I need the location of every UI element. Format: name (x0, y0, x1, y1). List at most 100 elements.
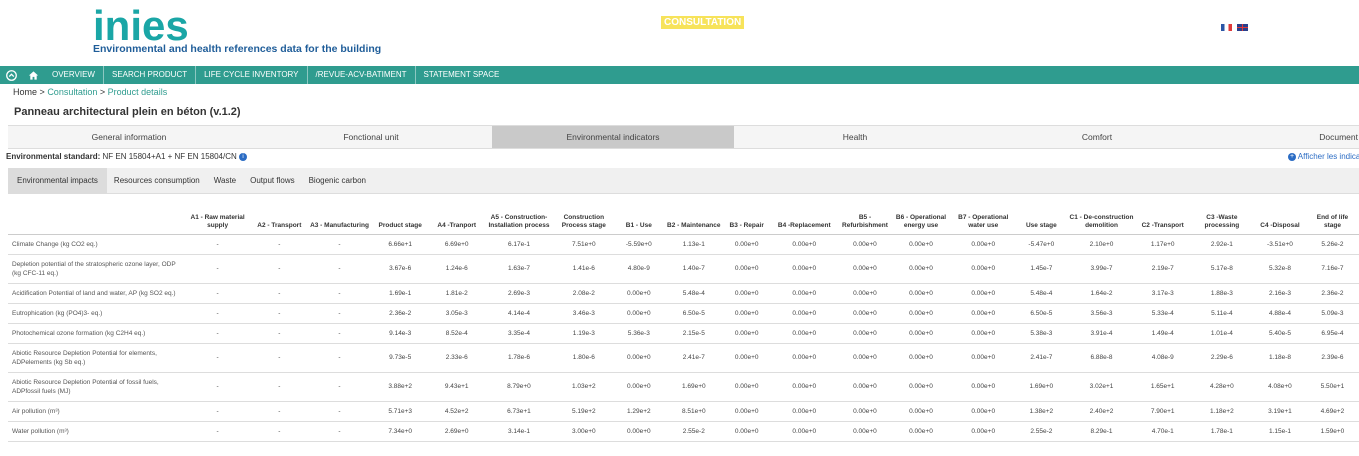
nav-toggle-icon[interactable] (0, 66, 22, 84)
table-cell: 5.32e-8 (1254, 254, 1306, 284)
table-cell: 0.00e+0 (890, 421, 952, 442)
row-label: Photochemical ozone formation (kg C2H4 e… (8, 323, 185, 344)
table-cell: - (250, 283, 308, 304)
subtab-environmental-impacts[interactable]: Environmental impacts (8, 167, 107, 194)
column-header: C4 -Disposal (1254, 196, 1306, 235)
table-cell: 0.00e+0 (839, 303, 891, 324)
subtab-waste[interactable]: Waste (207, 168, 243, 194)
table-cell: 3.02e+1 (1067, 372, 1136, 402)
breadcrumb-consultation[interactable]: Consultation (47, 87, 97, 97)
subtab-biogenic-carbon[interactable]: Biogenic carbon (302, 168, 373, 194)
tab-comfort[interactable]: Comfort (976, 126, 1218, 148)
table-cell: - (250, 303, 308, 324)
table-cell: 1.03e+2 (553, 372, 614, 402)
table-cell: 5.19e+2 (553, 401, 614, 422)
breadcrumb-separator: > (99, 87, 106, 97)
page-title: Panneau architectural plein en béton (v.… (14, 106, 241, 118)
table-cell: 0.00e+0 (769, 323, 840, 344)
table-cell: 0.00e+0 (723, 234, 770, 255)
table-cell: 1.24e-6 (429, 254, 485, 284)
table-cell: 8.52e-4 (429, 323, 485, 344)
nav-statement-space[interactable]: STATEMENT SPACE (416, 66, 508, 84)
table-cell: 6.50e-5 (1015, 303, 1068, 324)
nav-overview[interactable]: OVERVIEW (44, 66, 104, 84)
table-cell: 4.80e-9 (613, 254, 664, 284)
table-cell: 5.48e-4 (663, 283, 724, 304)
info-icon[interactable]: i (239, 152, 248, 161)
table-cell: 8.51e+0 (663, 401, 724, 422)
environmental-standard: Environmental standard: NF EN 15804+A1 +… (6, 152, 248, 161)
table-cell: 3.99e-7 (1067, 254, 1136, 284)
table-cell: 2.33e-6 (429, 343, 485, 373)
inies-logo[interactable]: inies (93, 5, 189, 47)
nav-revue-acv-batiment[interactable]: /REVUE-ACV-BATIMENT (308, 66, 416, 84)
table-cell: - (184, 401, 251, 422)
table-cell: - (307, 283, 372, 304)
table-cell: 0.00e+0 (890, 283, 952, 304)
table-cell: 0.00e+0 (613, 303, 664, 324)
table-cell: 0.00e+0 (769, 254, 840, 284)
table-header-row: A1 - Raw material supply A2 - Transport A3… (8, 196, 1359, 235)
table-cell: - (250, 421, 308, 442)
tab-environmental-indicators[interactable]: Environmental indicators (492, 126, 734, 148)
table-cell: 3.05e-3 (429, 303, 485, 324)
table-cell: 6.73e+1 (484, 401, 554, 422)
table-cell: 1.13e-1 (663, 234, 724, 255)
table-row: Photochemical ozone formation (kg C2H4 e… (8, 323, 1359, 344)
table-cell: 0.00e+0 (723, 254, 770, 284)
column-header: B4 -Replacement (769, 196, 840, 235)
table-row: Water pollution (m³) - - -7.34e+0 2.69e+0 3.1… (8, 421, 1359, 442)
table-cell: -5.59e+0 (613, 234, 664, 255)
table-cell: 0.00e+0 (613, 283, 664, 304)
table-cell: 1.18e+2 (1189, 401, 1255, 422)
table-cell: - (250, 343, 308, 373)
table-cell: 3.88e+2 (371, 372, 430, 402)
table-cell: - (184, 234, 251, 255)
table-cell: 1.01e-4 (1189, 323, 1255, 344)
table-cell: 1.78e-6 (484, 343, 554, 373)
table-cell: 2.69e-3 (484, 283, 554, 304)
table-cell: 7.34e+0 (371, 421, 430, 442)
table-cell: 3.56e-3 (1067, 303, 1136, 324)
nav-life-cycle-inventory[interactable]: LIFE CYCLE INVENTORY (196, 66, 308, 84)
table-cell: - (307, 421, 372, 442)
table-cell: - (184, 421, 251, 442)
table-cell: 4.52e+2 (429, 401, 485, 422)
table-cell: 1.45e-7 (1015, 254, 1068, 284)
tab-health[interactable]: Health (734, 126, 976, 148)
header: inies Environmental and health reference… (0, 0, 1359, 66)
tab-document[interactable]: Document (1218, 126, 1358, 148)
table-cell: 0.00e+0 (723, 372, 770, 402)
table-cell: 7.16e-7 (1305, 254, 1359, 284)
table-cell: 0.00e+0 (839, 421, 891, 442)
table-cell: 6.17e-1 (484, 234, 554, 255)
table-cell: 1.29e+2 (613, 401, 664, 422)
table-cell: 4.69e+2 (1305, 401, 1359, 422)
breadcrumb-home[interactable]: Home (13, 87, 37, 97)
table-cell: 3.14e-1 (484, 421, 554, 442)
home-icon[interactable] (22, 66, 44, 84)
tab-fonctional-unit[interactable]: Fonctional unit (250, 126, 492, 148)
column-header: A5 - Construction-Installation process (484, 196, 554, 235)
table-cell: - (307, 401, 372, 422)
column-header: B1 - Use (613, 196, 664, 235)
column-header: C2 -Transport (1135, 196, 1190, 235)
table-cell: 0.00e+0 (769, 343, 840, 373)
nav-search-product[interactable]: SEARCH PRODUCT (104, 66, 197, 84)
table-cell: 0.00e+0 (613, 372, 664, 402)
subtab-output-flows[interactable]: Output flows (243, 168, 301, 194)
subtab-resources-consumption[interactable]: Resources consumption (107, 168, 207, 194)
tab-general-information[interactable]: General information (8, 126, 250, 148)
table-cell: 7.51e+0 (553, 234, 614, 255)
breadcrumb-product-details[interactable]: Product details (108, 87, 168, 97)
english-flag-icon[interactable] (1237, 24, 1248, 31)
table-cell: 0.00e+0 (951, 303, 1016, 324)
french-flag-icon[interactable] (1221, 24, 1232, 31)
column-header: A1 - Raw material supply (184, 196, 251, 235)
table-cell: - (307, 234, 372, 255)
table-cell: 0.00e+0 (951, 323, 1016, 344)
column-header: C1 - De-construction demolition (1067, 196, 1136, 235)
table-cell: 5.71e+3 (371, 401, 430, 422)
table-cell: 2.15e-5 (663, 323, 724, 344)
show-indicators-link[interactable]: + Afficher les indicate (1288, 152, 1359, 161)
